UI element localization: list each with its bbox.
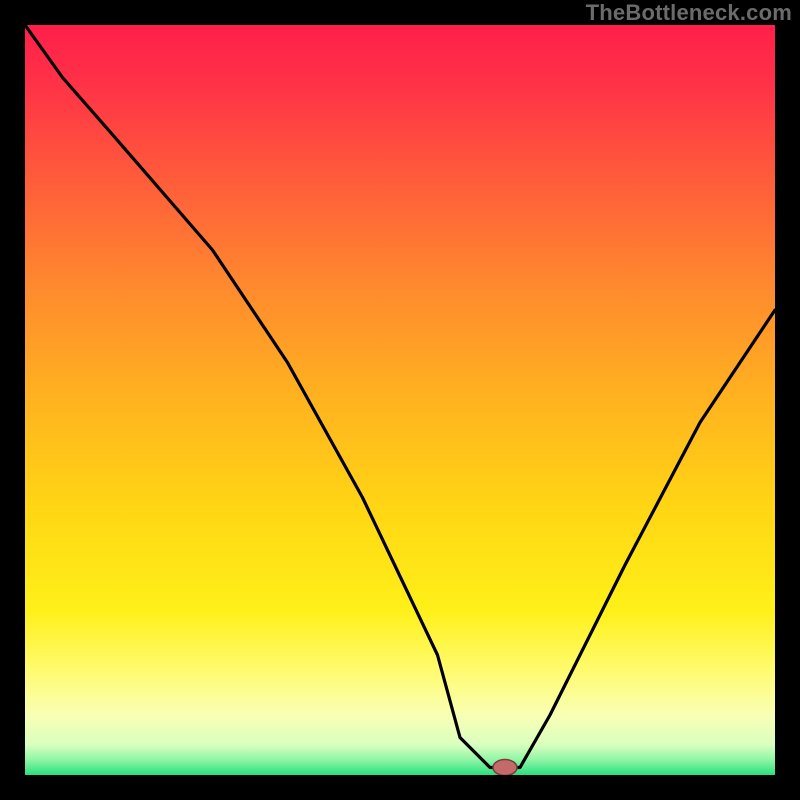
attribution-text: TheBottleneck.com	[586, 0, 792, 26]
optimal-point-marker	[493, 760, 517, 776]
plot-gradient-area	[25, 25, 775, 775]
bottleneck-curve	[25, 25, 775, 768]
curve-svg	[25, 25, 775, 775]
chart-frame: TheBottleneck.com	[0, 0, 800, 800]
